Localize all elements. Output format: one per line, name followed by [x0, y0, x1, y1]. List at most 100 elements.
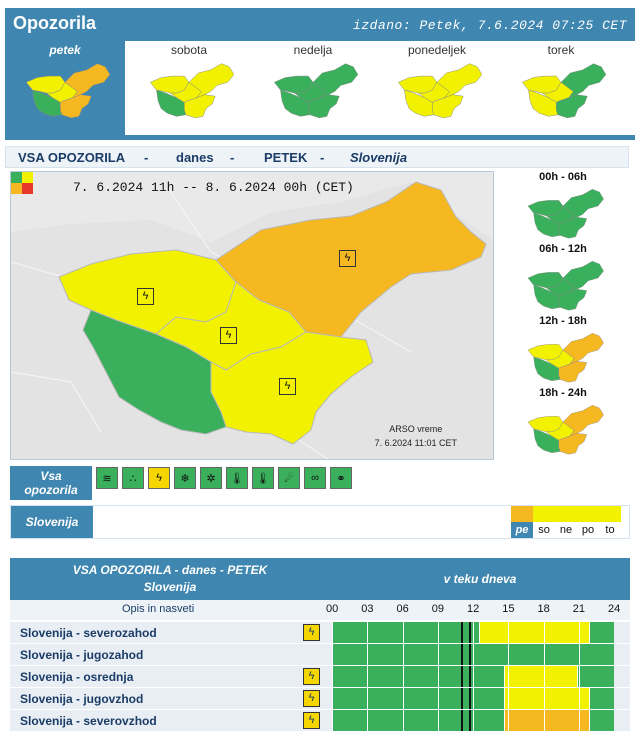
period-label: 06h - 12h [539, 243, 587, 255]
period-slovenia-map [527, 332, 604, 383]
hour-gridline [473, 710, 474, 731]
hour-gridline [508, 666, 510, 687]
timeline-table: VSA OPOZORILA - danes - PETEK Slovenija … [10, 558, 630, 734]
timeline-segment [479, 622, 590, 643]
thunderstorm-icon[interactable]: ϟ [279, 378, 296, 395]
hour-gridline [578, 710, 580, 731]
day-tab-petek[interactable]: petek [5, 41, 125, 135]
heat-icon[interactable]: 🌡 [226, 467, 248, 489]
fire-icon[interactable]: ☄ [278, 467, 300, 489]
day-tab-label: torek [547, 43, 575, 57]
table-row[interactable]: Slovenija - jugozahod [10, 644, 630, 666]
hour-gridline [402, 710, 404, 731]
wind-icon[interactable]: ≋ [96, 467, 118, 489]
day-level-po[interactable]: po [577, 506, 599, 538]
hour-gridline [437, 644, 439, 665]
thunderstorm-icon: ϟ [303, 712, 320, 729]
issued-timestamp: izdano: Petek, 7.6.2024 07:25 CET [353, 18, 627, 33]
day-tab-torek[interactable]: torek [501, 41, 621, 135]
hour-gridline [473, 688, 474, 709]
period-label: 18h - 24h [539, 387, 587, 399]
table-subheader: Opis in nasveti 00 03 06 09 12 15 18 21 24 [10, 600, 630, 620]
timeline-segment [332, 688, 504, 709]
current-time-marker [461, 710, 464, 731]
timeline-segment [503, 666, 578, 687]
day-level-to[interactable]: to [599, 506, 621, 538]
timeline-segment [577, 666, 614, 687]
hour-label: 15 [502, 603, 515, 615]
day-tab-sobota[interactable]: sobota [129, 41, 249, 135]
thunderstorm-icon[interactable]: ϟ [220, 327, 237, 344]
hour-label: 21 [572, 603, 585, 615]
hour-label: 00 [326, 603, 339, 615]
day-tabs: petek sobota nedelja ponedeljek torek [5, 41, 635, 135]
rain-icon[interactable]: ∴ [122, 467, 144, 489]
day-map-petek [25, 63, 111, 119]
day-level-pe[interactable]: pe [511, 506, 533, 538]
warning-map[interactable]: 7. 6.2024 11h -- 8. 6.2024 00h (CET) ϟ ϟ… [10, 171, 494, 460]
divider [5, 135, 635, 140]
day-level-ne[interactable]: ne [555, 506, 577, 538]
table-row[interactable]: Slovenija - severozahod ϟ [10, 622, 630, 644]
summary-bar: VSA OPOZORILA - danes - PETEK - Slovenij… [5, 146, 629, 168]
hour-gridline [402, 622, 404, 643]
label-line1: Vsa [40, 469, 62, 483]
period-map[interactable]: 06h - 12h [497, 243, 629, 315]
day-tab-ponedeljek[interactable]: ponedeljek [377, 41, 497, 135]
level-label: pe [511, 522, 533, 538]
ice-icon[interactable]: ⚭ [330, 467, 352, 489]
summary-separator: - [230, 150, 235, 165]
header-bar: Opozorila izdano: Petek, 7.6.2024 07:25 … [5, 8, 635, 41]
day-tab-label: sobota [170, 43, 208, 57]
thunderstorm-icon[interactable]: ϟ [137, 288, 154, 305]
hour-gridline [437, 710, 439, 731]
page-title: Opozorila [13, 13, 97, 33]
thunderstorm-icon[interactable]: ϟ [339, 250, 356, 267]
hour-gridline [402, 688, 404, 709]
cold-icon[interactable]: 🌡 [252, 467, 274, 489]
period-slovenia-map [527, 188, 604, 239]
timeline-segment [589, 622, 614, 643]
hour-gridline [473, 666, 474, 687]
timeline-segment [589, 688, 614, 709]
day-map-nedelja [273, 63, 359, 119]
level-swatch [599, 506, 621, 522]
period-map[interactable]: 12h - 18h [497, 315, 629, 387]
label-line2: opozorila [24, 483, 78, 497]
hour-gridline [367, 710, 369, 731]
row-region-name: Slovenija - jugozahod [20, 648, 144, 662]
table-row[interactable]: Slovenija - jugovzhod ϟ [10, 688, 630, 710]
snow-rain-icon[interactable]: ✲ [200, 467, 222, 489]
row-region-name: Slovenija - osrednja [20, 670, 134, 684]
day-level-so[interactable]: so [533, 506, 555, 538]
hour-label: 24 [608, 603, 621, 615]
hour-label: 09 [431, 603, 444, 615]
hour-label: 12 [467, 603, 480, 615]
timeline-label: v teku dneva [443, 572, 517, 586]
hour-label: 18 [537, 603, 550, 615]
period-map[interactable]: 00h - 06h [497, 171, 629, 243]
hour-gridline [543, 622, 545, 643]
current-time-marker [469, 688, 472, 709]
table-row[interactable]: Slovenija - severovzhod ϟ [10, 710, 630, 732]
hour-gridline [508, 622, 510, 643]
thunderstorm-icon: ϟ [303, 668, 320, 685]
hour-gridline [473, 622, 474, 643]
summary-all-warnings: VSA OPOZORILA [18, 150, 126, 165]
table-title: VSA OPOZORILA - danes - PETEK Slovenija [40, 562, 300, 596]
level-swatch [577, 506, 599, 522]
thunderstorm-icon[interactable]: ϟ [148, 467, 170, 489]
fog-icon[interactable]: ∞ [304, 467, 326, 489]
current-time-marker [461, 622, 464, 643]
timeline-segment [332, 622, 480, 643]
day-tab-nedelja[interactable]: nedelja [253, 41, 373, 135]
hour-gridline [402, 666, 404, 687]
timeline-segment [503, 710, 590, 731]
current-time-marker [461, 666, 464, 687]
hour-gridline [543, 644, 545, 665]
table-row[interactable]: Slovenija - osrednja ϟ [10, 666, 630, 688]
table-title-line2: Slovenija [143, 580, 197, 594]
snow-icon[interactable]: ❄ [174, 467, 196, 489]
period-map[interactable]: 18h - 24h [497, 387, 629, 459]
timeline-segment [589, 710, 614, 731]
